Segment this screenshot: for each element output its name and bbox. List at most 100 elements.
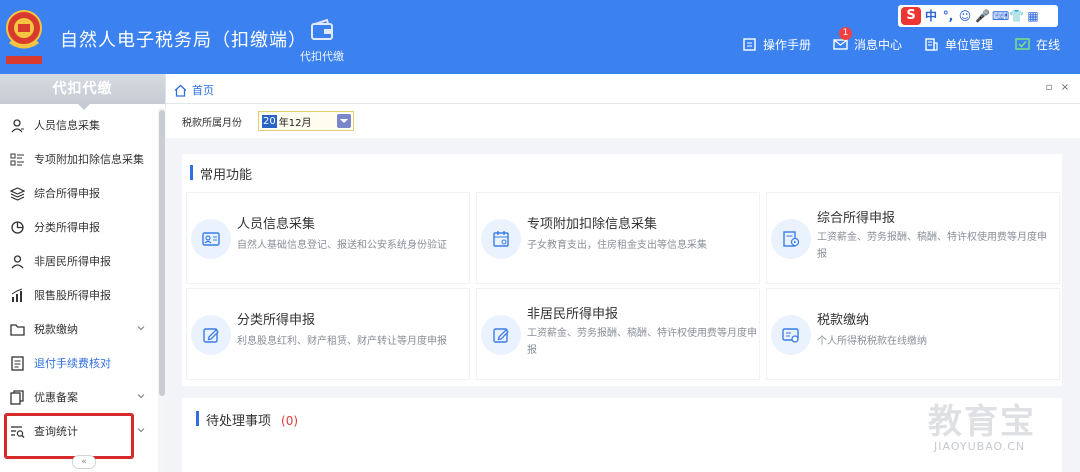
- card-special-deduction[interactable]: 专项附加扣除信息采集 子女教育支出，住房租金支出等信息采集: [476, 192, 760, 284]
- sogou-logo-icon[interactable]: S: [901, 7, 921, 25]
- dropdown-arrow-icon[interactable]: [337, 114, 351, 128]
- pie-icon: [11, 220, 24, 234]
- common-functions-panel: 常用功能 人员信息采集 自然人基础信息登记、报送和公安系统身份验证 专项附加扣除…: [182, 154, 1062, 386]
- folder-icon: [10, 323, 25, 336]
- sidebar-item-nonresident-income[interactable]: 非居民所得申报: [0, 244, 158, 278]
- card-description: 工资薪金、劳务报酬、稿酬、特许权使用费等月度申报: [527, 328, 757, 356]
- pending-title-label: 待处理事项: [206, 414, 272, 429]
- tab-home[interactable]: 首页: [174, 82, 214, 98]
- ime-toolbox-icon[interactable]: ▦: [1026, 7, 1040, 25]
- sidebar-item-label: 非居民所得申报: [34, 255, 111, 268]
- top-header: 自然人电子税务局（扣缴端） 代扣代缴 S 中 °, ☺ 🎤 ⌨ 👕 ▦ 操作手册…: [0, 0, 1080, 74]
- sidebar-item-preferential-filing[interactable]: 优惠备案: [0, 380, 158, 414]
- copy-icon: [10, 389, 24, 405]
- ime-emoji-icon[interactable]: ☺: [958, 7, 972, 25]
- sidebar-item-personnel-info[interactable]: 人员信息采集: [0, 108, 158, 142]
- card-title: 人员信息采集: [237, 217, 316, 232]
- home-icon: [174, 84, 187, 97]
- sidebar-item-classified-income[interactable]: 分类所得申报: [0, 210, 158, 244]
- sidebar-item-query-statistics[interactable]: 查询统计: [0, 414, 158, 448]
- restore-window-icon[interactable]: ▫: [1044, 83, 1054, 93]
- tax-bureau-emblem-icon: [6, 10, 42, 64]
- card-description: 自然人基础信息登记、报送和公安系统身份验证: [237, 240, 447, 251]
- scrollbar-thumb[interactable]: [159, 110, 165, 396]
- collapse-sidebar-button[interactable]: «: [72, 455, 96, 469]
- ime-chinese-mode[interactable]: 中: [924, 7, 938, 25]
- ime-keyboard-icon[interactable]: ⌨: [992, 7, 1009, 25]
- manual-label: 操作手册: [762, 38, 811, 52]
- sidebar-item-restricted-shares[interactable]: 限售股所得申报: [0, 278, 158, 312]
- close-tab-icon[interactable]: ×: [1060, 83, 1070, 93]
- sidebar-item-label: 税款缴纳: [34, 323, 78, 336]
- chevron-down-icon: [137, 394, 145, 399]
- sidebar-item-fee-refund-check[interactable]: 退付手续费核对: [0, 346, 158, 380]
- book-icon: [743, 38, 756, 51]
- panel-title: 常用功能: [182, 164, 252, 183]
- card-nonresident-income[interactable]: 非居民所得申报 工资薪金、劳务报酬、稿酬、特许权使用费等月度申报: [476, 288, 760, 380]
- card-icon-circle: [771, 315, 811, 355]
- tax-month-picker[interactable]: 20 年12月: [258, 111, 354, 131]
- message-center-link[interactable]: 1 消息中心: [833, 27, 902, 53]
- sidebar-item-label: 限售股所得申报: [34, 289, 111, 302]
- list-icon: [10, 153, 24, 165]
- sidebar-item-label: 人员信息采集: [34, 119, 100, 132]
- sidebar-item-comprehensive-income[interactable]: 综合所得申报: [0, 176, 158, 210]
- tab-bar: 首页 ▫ ×: [166, 74, 1080, 104]
- filter-row: 税款所属月份 20 年12月: [166, 104, 1080, 138]
- header-links: 操作手册 1 消息中心 单位管理 在线: [742, 27, 1060, 53]
- sidebar-item-label: 专项附加扣除信息采集: [34, 153, 144, 166]
- bar-chart-icon: [11, 288, 23, 302]
- card-icon-circle: [771, 219, 811, 259]
- sidebar-item-label: 综合所得申报: [34, 187, 100, 200]
- edit-icon: [493, 328, 509, 343]
- chevron-down-icon: [137, 326, 145, 331]
- app-title: 自然人电子税务局（扣缴端）: [60, 30, 307, 51]
- card-title: 非居民所得申报: [527, 307, 619, 322]
- online-icon: [1015, 38, 1030, 50]
- card-icon-circle: [481, 315, 521, 355]
- sidebar-scrollbar[interactable]: [158, 108, 166, 472]
- search-list-icon: [11, 425, 25, 438]
- card-icon-circle: [191, 219, 231, 259]
- sidebar-item-label: 分类所得申报: [34, 221, 100, 234]
- ime-voice-icon[interactable]: 🎤: [975, 7, 990, 25]
- online-status-link[interactable]: 在线: [1015, 36, 1060, 53]
- function-grid: 人员信息采集 自然人基础信息登记、报送和公安系统身份验证 专项附加扣除信息采集 …: [186, 192, 1060, 382]
- sidebar: 代扣代缴 人员信息采集 专项附加扣除信息采集 综合所得申报 分类所得申报 非居民…: [0, 74, 166, 472]
- pending-title: 待处理事项 (0): [182, 410, 298, 429]
- card-description: 个人所得税税款在线缴纳: [817, 336, 927, 347]
- building-icon: [925, 38, 938, 51]
- manual-link[interactable]: 操作手册: [742, 36, 811, 53]
- edit-icon: [203, 328, 219, 343]
- card-title: 专项附加扣除信息采集: [527, 217, 658, 232]
- calendar-icon: [493, 231, 509, 247]
- online-label: 在线: [1035, 38, 1060, 52]
- ime-skin-icon[interactable]: 👕: [1009, 7, 1024, 25]
- sidebar-heading: 代扣代缴: [0, 74, 165, 110]
- payment-icon: [782, 328, 799, 343]
- module-withholding-button[interactable]: 代扣代缴: [294, 18, 350, 68]
- card-icon-circle: [481, 219, 521, 259]
- sidebar-item-special-deduction[interactable]: 专项附加扣除信息采集: [0, 142, 158, 176]
- card-icon-circle: [191, 315, 231, 355]
- layers-icon: [10, 186, 25, 201]
- card-tax-payment[interactable]: 税款缴纳 个人所得税税款在线缴纳: [766, 288, 1060, 380]
- card-description: 利息股息红利、财产租赁、财产转让等月度申报: [237, 336, 447, 347]
- doc-play-icon: [783, 231, 800, 247]
- card-comprehensive-income[interactable]: 综合所得申报 工资薪金、劳务报酬、稿酬、特许权使用费等月度申报: [766, 192, 1060, 284]
- unit-management-link[interactable]: 单位管理: [924, 36, 993, 53]
- sidebar-item-label: 查询统计: [34, 425, 78, 438]
- unit-management-label: 单位管理: [944, 38, 993, 52]
- message-center-label: 消息中心: [853, 38, 902, 52]
- card-personnel-info[interactable]: 人员信息采集 自然人基础信息登记、报送和公安系统身份验证: [186, 192, 470, 284]
- tax-month-label: 税款所属月份: [182, 118, 242, 129]
- sidebar-menu: 人员信息采集 专项附加扣除信息采集 综合所得申报 分类所得申报 非居民所得申报 …: [0, 108, 158, 448]
- card-classified-income[interactable]: 分类所得申报 利息股息红利、财产租赁、财产转让等月度申报: [186, 288, 470, 380]
- pending-count[interactable]: (0): [281, 414, 298, 428]
- person-outline-icon: [11, 254, 24, 268]
- sidebar-item-tax-payment[interactable]: 税款缴纳: [0, 312, 158, 346]
- ime-toolbar[interactable]: S 中 °, ☺ 🎤 ⌨ 👕 ▦: [898, 5, 1058, 27]
- ime-punctuation[interactable]: °,: [941, 7, 955, 25]
- card-description: 工资薪金、劳务报酬、稿酬、特许权使用费等月度申报: [817, 232, 1047, 260]
- wallet-icon: [311, 18, 333, 40]
